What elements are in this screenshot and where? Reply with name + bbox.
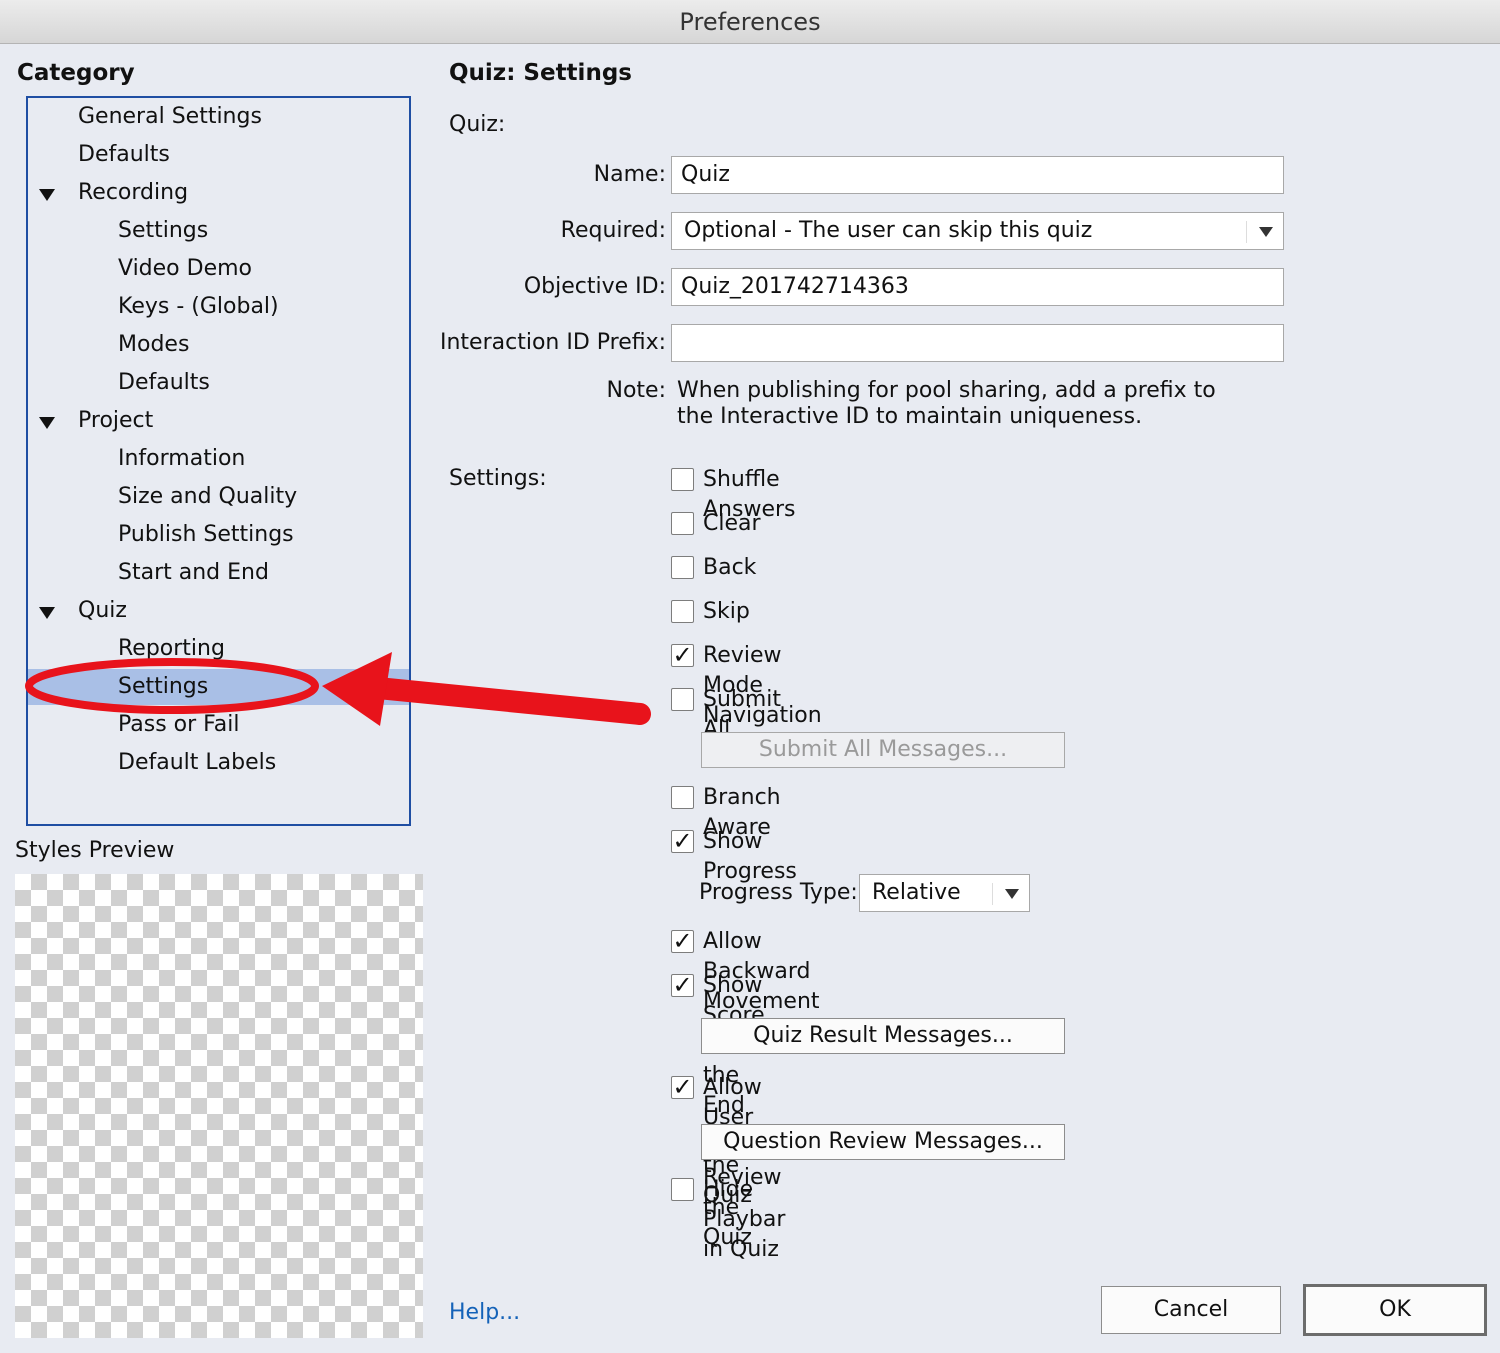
category-heading: Category: [17, 60, 135, 86]
checkbox-box[interactable]: ✓: [671, 973, 694, 997]
quiz-section-label: Quiz:: [449, 112, 506, 137]
checkbox-box[interactable]: [671, 688, 694, 711]
category-list[interactable]: General Settings Defaults Recording Sett…: [26, 96, 411, 826]
cancel-button[interactable]: Cancel: [1101, 1286, 1281, 1334]
category-item-project[interactable]: Project: [78, 402, 153, 440]
disclosure-triangle-icon[interactable]: [39, 607, 55, 619]
checkbox-box[interactable]: [671, 556, 694, 579]
progress-type-value: Relative: [872, 880, 961, 905]
note-line-1: When publishing for pool sharing, add a …: [677, 378, 1216, 403]
checkbox-box[interactable]: ✓: [671, 929, 694, 953]
name-input[interactable]: Quiz: [671, 156, 1284, 194]
selected-highlight: [28, 669, 409, 705]
checkbox-label: Back: [703, 555, 757, 580]
chevron-down-icon: [1259, 227, 1273, 237]
required-select[interactable]: Optional - The user can skip this quiz: [671, 212, 1284, 250]
required-label: Required:: [560, 218, 666, 243]
category-item-size-and-quality[interactable]: Size and Quality: [118, 478, 297, 516]
checkbox-box[interactable]: ✓: [671, 829, 694, 853]
category-item-video-demo[interactable]: Video Demo: [118, 250, 252, 288]
progress-type-select[interactable]: Relative: [859, 874, 1030, 912]
checkbox-box[interactable]: [671, 1178, 694, 1201]
interaction-id-prefix-input[interactable]: [671, 324, 1284, 362]
category-item-quiz-settings[interactable]: Settings: [118, 668, 208, 706]
objective-id-label: Objective ID:: [523, 274, 666, 299]
chevron-down-icon: [1005, 889, 1019, 899]
category-item-recording[interactable]: Recording: [78, 174, 188, 212]
category-item-start-and-end[interactable]: Start and End: [118, 554, 269, 592]
category-item-recording-settings[interactable]: Settings: [118, 212, 208, 250]
interaction-id-prefix-label: Interaction ID Prefix:: [440, 330, 667, 355]
settings-section-label: Settings:: [449, 466, 547, 491]
submit-all-messages-button[interactable]: Submit All Messages...: [701, 732, 1065, 768]
category-item-modes[interactable]: Modes: [118, 326, 189, 364]
disclosure-triangle-icon[interactable]: [39, 417, 55, 429]
disclosure-triangle-icon[interactable]: [39, 189, 55, 201]
progress-type-label: Progress Type:: [699, 880, 858, 905]
quiz-result-messages-button[interactable]: Quiz Result Messages...: [701, 1018, 1065, 1054]
checkbox-label: Skip: [703, 599, 750, 624]
styles-preview-heading: Styles Preview: [15, 838, 175, 863]
note-label: Note:: [606, 378, 667, 403]
category-item-information[interactable]: Information: [118, 440, 245, 478]
checkbox-box[interactable]: ✓: [671, 643, 694, 667]
category-item-pass-or-fail[interactable]: Pass or Fail: [118, 706, 240, 744]
category-item-reporting[interactable]: Reporting: [118, 630, 225, 668]
category-item-publish-settings[interactable]: Publish Settings: [118, 516, 294, 554]
note-line-2: the Interactive ID to maintain uniquenes…: [677, 404, 1143, 429]
category-item-recording-defaults[interactable]: Defaults: [118, 364, 210, 402]
checkbox-label: Show Progress: [703, 829, 797, 884]
checkbox-box[interactable]: [671, 600, 694, 623]
required-select-value: Optional - The user can skip this quiz: [684, 218, 1093, 243]
styles-preview: [15, 874, 423, 1338]
select-separator: [1246, 221, 1247, 243]
select-separator: [992, 883, 993, 905]
help-link[interactable]: Help...: [449, 1300, 520, 1325]
checkbox-box[interactable]: [671, 786, 694, 809]
category-item-defaults[interactable]: Defaults: [78, 136, 170, 174]
arrow-shaft: [367, 677, 651, 725]
objective-id-input[interactable]: Quiz_201742714363: [671, 268, 1284, 306]
category-item-default-labels[interactable]: Default Labels: [118, 744, 276, 782]
window-title: Preferences: [0, 0, 1500, 44]
checkbox-box[interactable]: ✓: [671, 1075, 694, 1099]
category-item-keys-global[interactable]: Keys - (Global): [118, 288, 279, 326]
checkbox-box[interactable]: [671, 512, 694, 535]
checkbox-label: Hide Playbar in Quiz: [703, 1177, 786, 1262]
question-review-messages-button[interactable]: Question Review Messages...: [701, 1124, 1065, 1160]
category-item-general-settings[interactable]: General Settings: [78, 98, 262, 136]
ok-button[interactable]: OK: [1303, 1284, 1487, 1336]
panel-title: Quiz: Settings: [449, 60, 632, 86]
category-item-quiz[interactable]: Quiz: [78, 592, 127, 630]
checkbox-label: Clear: [703, 511, 761, 536]
checkbox-box[interactable]: [671, 468, 694, 491]
name-label: Name:: [593, 162, 666, 187]
